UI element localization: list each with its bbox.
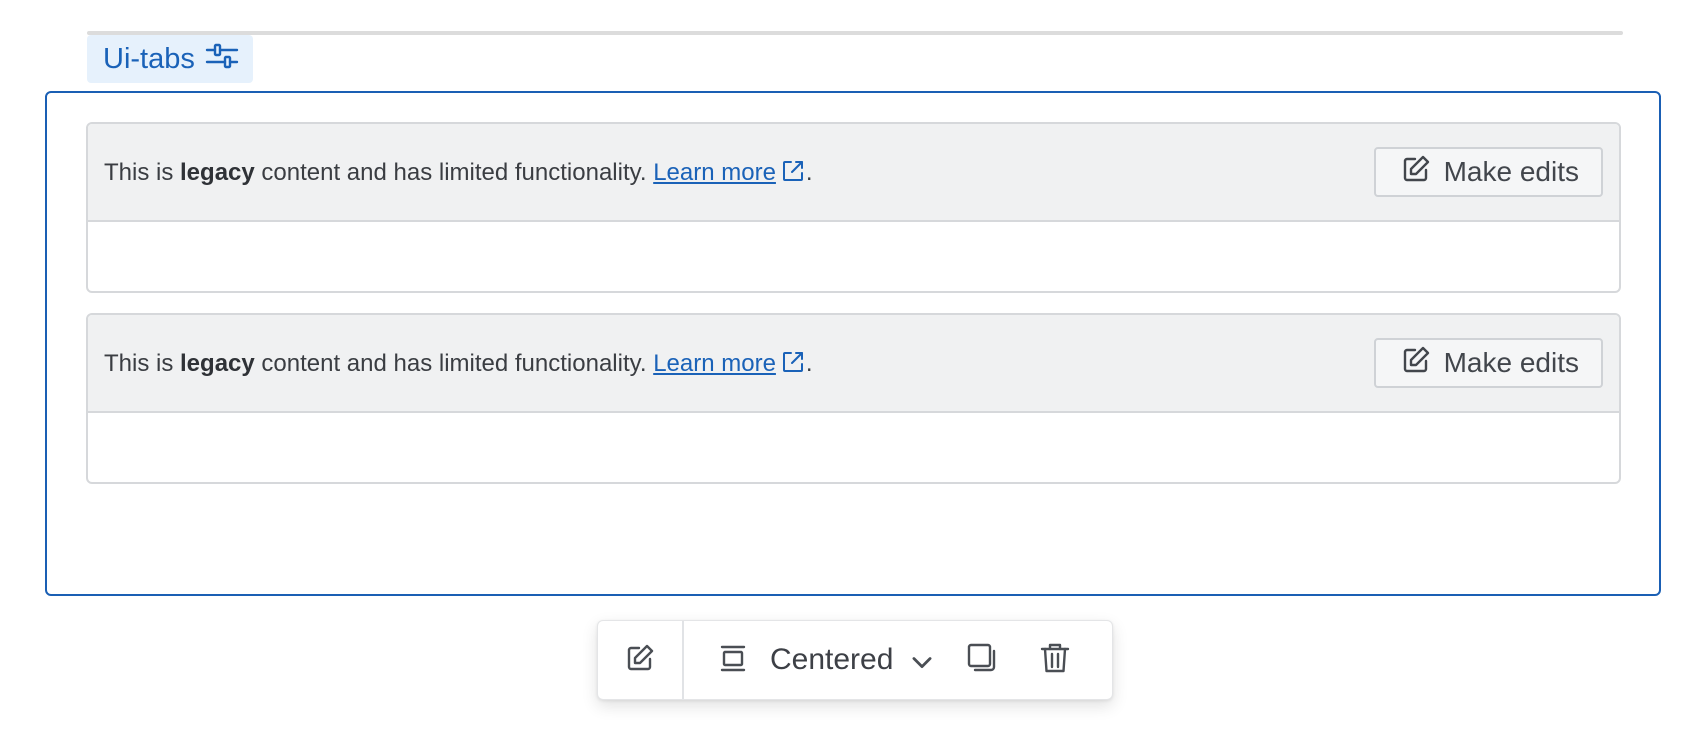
legacy-content-panel: This is legacy content and has limited f… — [86, 122, 1621, 293]
external-link-icon[interactable] — [780, 158, 806, 184]
pencil-square-icon — [1400, 153, 1432, 192]
pencil-icon — [623, 641, 657, 680]
legacy-text-bold: legacy — [180, 158, 255, 186]
legacy-text-period: . — [805, 158, 813, 186]
make-edits-button[interactable]: Make edits — [1373, 338, 1603, 388]
ui-tabs-macro-container[interactable]: This is legacy content and has limited f… — [45, 91, 1661, 596]
legacy-banner: This is legacy content and has limited f… — [88, 315, 1619, 413]
editor-canvas: Ui-tabs This is legacy content and has l… — [0, 0, 1708, 744]
make-edits-button[interactable]: Make edits — [1373, 147, 1603, 197]
delete-button[interactable] — [1039, 621, 1071, 699]
copy-icon — [965, 641, 999, 680]
legacy-banner: This is legacy content and has limited f… — [88, 124, 1619, 222]
trash-icon — [1039, 641, 1071, 680]
edit-macro-button[interactable] — [598, 621, 684, 699]
copy-button[interactable] — [965, 621, 999, 699]
layout-dropdown[interactable]: Centered — [684, 621, 933, 699]
floating-toolbar: Centered — [597, 620, 1113, 700]
legacy-text-rest: content and has limited functionality. — [254, 349, 654, 377]
legacy-content-panel: This is legacy content and has limited f… — [86, 313, 1621, 484]
make-edits-label: Make edits — [1443, 156, 1579, 187]
legacy-message: This is legacy content and has limited f… — [104, 349, 813, 378]
pencil-square-icon — [1400, 344, 1432, 383]
learn-more-link[interactable]: Learn more — [653, 159, 776, 186]
layout-label: Centered — [770, 643, 894, 676]
legacy-text-start: This is — [104, 349, 181, 377]
legacy-text-period: . — [805, 349, 813, 377]
legacy-message: This is legacy content and has limited f… — [104, 158, 813, 187]
legacy-text-rest: content and has limited functionality. — [254, 158, 654, 186]
macro-tag-label: Ui-tabs — [103, 42, 195, 75]
centered-layout-icon — [718, 643, 748, 678]
divider — [87, 31, 1623, 35]
legacy-text-bold: legacy — [180, 349, 255, 377]
chevron-down-icon — [907, 647, 933, 673]
learn-more-link[interactable]: Learn more — [653, 350, 776, 377]
legacy-text-start: This is — [104, 158, 181, 186]
external-link-icon[interactable] — [780, 349, 806, 375]
sliders-icon — [205, 38, 239, 80]
make-edits-label: Make edits — [1443, 347, 1579, 378]
macro-tag-ui-tabs[interactable]: Ui-tabs — [87, 35, 253, 83]
